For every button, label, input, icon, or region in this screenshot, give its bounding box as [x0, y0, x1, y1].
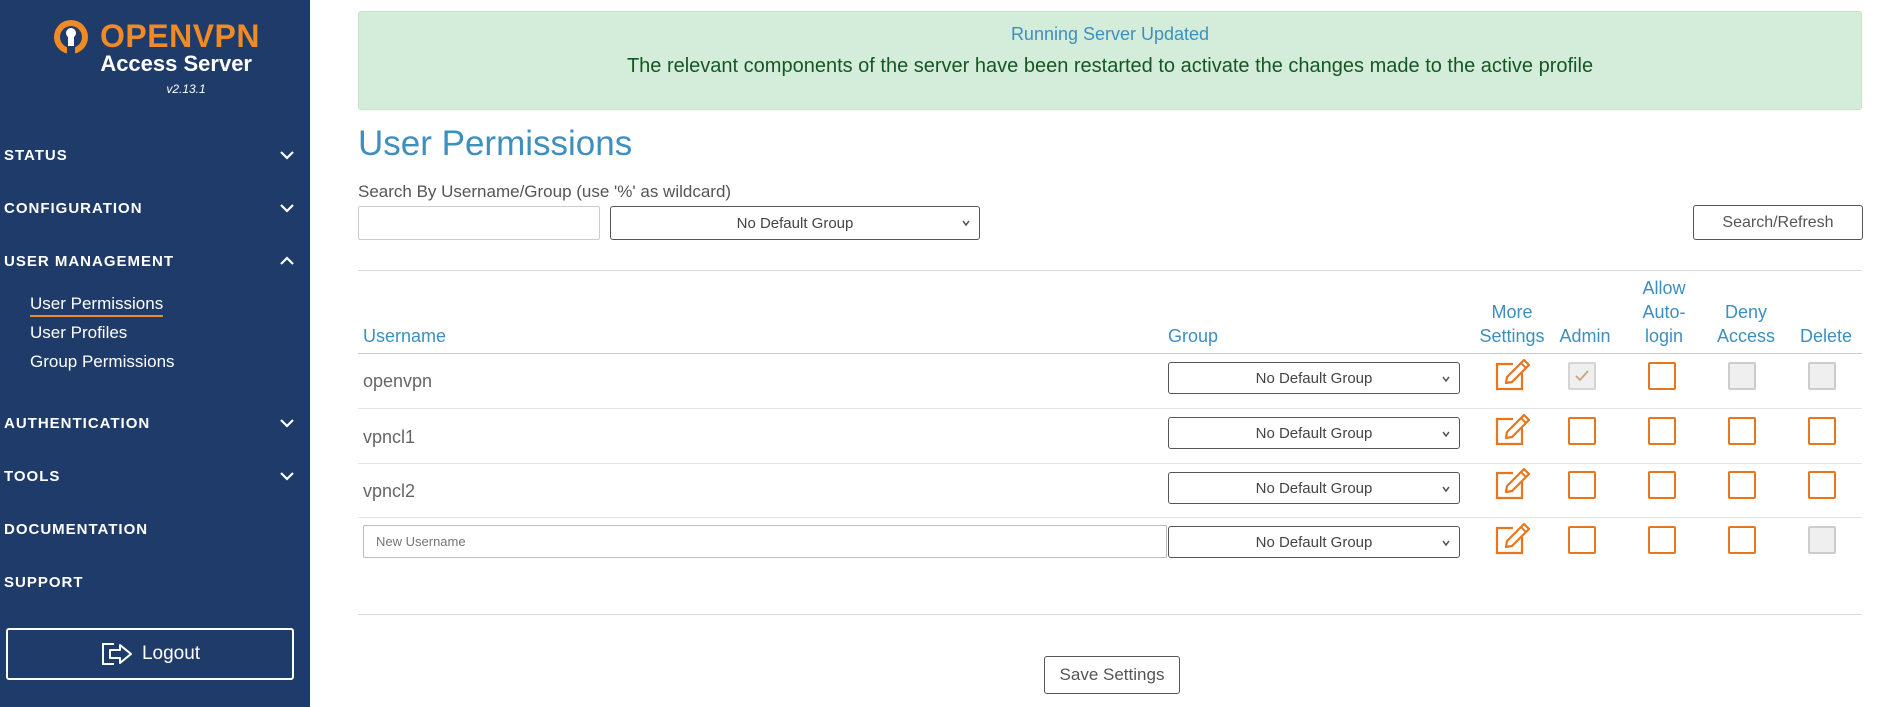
sidebar-item-label: TOOLS: [4, 467, 61, 485]
username-cell: vpncl1: [363, 427, 416, 447]
sidebar-item-label: SUPPORT: [4, 573, 84, 591]
header-group: Group: [1168, 326, 1219, 346]
version-label: v2.13.1: [166, 82, 206, 96]
save-settings-button[interactable]: Save Settings: [1044, 656, 1180, 694]
row-divider: [358, 408, 1862, 409]
deny-access-checkbox: [1728, 362, 1756, 390]
sidebar-item-user-management[interactable]: USER MANAGEMENT: [0, 243, 310, 279]
delete-checkbox: [1808, 526, 1836, 554]
group-select[interactable]: No Default Group: [1168, 362, 1460, 394]
deny-access-checkbox[interactable]: [1728, 526, 1756, 554]
header-more-settings: More Settings: [1479, 302, 1545, 346]
alert-title: Running Server Updated: [1010, 24, 1210, 44]
logout-button[interactable]: Logout: [6, 628, 294, 680]
sidebar-item-support[interactable]: SUPPORT: [0, 564, 310, 600]
sidebar-item-label: CONFIGURATION: [4, 199, 143, 217]
username-cell: openvpn: [363, 371, 433, 391]
header-delete: Delete: [1799, 326, 1853, 346]
new-username-input[interactable]: [363, 525, 1167, 558]
sidebar-item-group-permissions[interactable]: Group Permissions: [30, 351, 175, 373]
auto-login-checkbox[interactable]: [1648, 471, 1676, 499]
divider: [358, 270, 1862, 271]
delete-checkbox[interactable]: [1808, 417, 1836, 445]
logout-label: Logout: [141, 643, 201, 664]
row-divider: [358, 517, 1862, 518]
sidebar-item-status[interactable]: STATUS: [0, 137, 310, 173]
chevron-down-icon: [280, 151, 294, 160]
brand-name: OPENVPN: [100, 18, 260, 54]
edit-icon[interactable]: [1493, 467, 1531, 501]
group-select-value: No Default Group: [1255, 424, 1373, 442]
group-filter-select[interactable]: No Default Group: [610, 206, 980, 240]
openvpn-logo[interactable]: OPENVPN Access Server v2.13.1: [52, 18, 259, 98]
chevron-down-icon: [1442, 376, 1450, 383]
sidebar-item-documentation[interactable]: DOCUMENTATION: [0, 511, 310, 547]
admin-checkbox[interactable]: [1568, 362, 1596, 390]
delete-checkbox: [1808, 362, 1836, 390]
auto-login-checkbox[interactable]: [1648, 526, 1676, 554]
edit-icon[interactable]: [1493, 358, 1531, 392]
check-icon: [1575, 370, 1589, 382]
group-select[interactable]: No Default Group: [1168, 526, 1460, 558]
group-select-value: No Default Group: [1255, 533, 1373, 551]
chevron-down-icon: [1442, 540, 1450, 547]
admin-checkbox[interactable]: [1568, 417, 1596, 445]
auto-login-checkbox[interactable]: [1648, 362, 1676, 390]
group-select[interactable]: No Default Group: [1168, 472, 1460, 504]
group-select-value: No Default Group: [1255, 369, 1373, 387]
edit-icon[interactable]: [1493, 522, 1531, 556]
logout-icon: [101, 643, 132, 665]
chevron-up-icon: [280, 256, 294, 265]
deny-access-checkbox[interactable]: [1728, 471, 1756, 499]
sidebar-item-user-permissions[interactable]: User Permissions: [30, 293, 164, 317]
header-deny-access: Deny Access: [1716, 302, 1776, 346]
keyhole-logo-icon: [54, 20, 88, 56]
group-select-value: No Default Group: [1255, 479, 1373, 497]
header-admin: Admin: [1559, 326, 1611, 346]
sidebar-item-configuration[interactable]: CONFIGURATION: [0, 190, 310, 226]
success-alert: Running Server Updated The relevant comp…: [358, 11, 1862, 110]
main-content: Running Server Updated The relevant comp…: [310, 0, 1892, 707]
row-divider: [358, 463, 1862, 464]
sidebar-item-authentication[interactable]: AUTHENTICATION: [0, 405, 310, 441]
page-title: User Permissions: [358, 124, 633, 163]
sidebar-item-label: USER MANAGEMENT: [4, 252, 175, 270]
edit-icon[interactable]: [1493, 413, 1531, 447]
chevron-down-icon: [280, 204, 294, 213]
product-name: Access Server: [100, 51, 252, 76]
chevron-down-icon: [962, 220, 970, 227]
divider: [358, 614, 1862, 615]
search-label: Search By Username/Group (use '%' as wil…: [358, 182, 732, 201]
chevron-down-icon: [1442, 431, 1450, 438]
header-username: Username: [363, 326, 447, 346]
deny-access-checkbox[interactable]: [1728, 417, 1756, 445]
sidebar-item-label: DOCUMENTATION: [4, 520, 149, 538]
sidebar-item-tools[interactable]: TOOLS: [0, 458, 310, 494]
group-select[interactable]: No Default Group: [1168, 417, 1460, 449]
chevron-down-icon: [280, 419, 294, 428]
chevron-down-icon: [1442, 486, 1450, 493]
admin-checkbox[interactable]: [1568, 526, 1596, 554]
header-divider: [358, 353, 1862, 354]
chevron-down-icon: [280, 472, 294, 481]
sidebar: OPENVPN Access Server v2.13.1 STATUS CON…: [0, 0, 310, 707]
delete-checkbox[interactable]: [1808, 471, 1836, 499]
sidebar-item-label: AUTHENTICATION: [4, 414, 151, 432]
group-filter-value: No Default Group: [736, 214, 854, 232]
search-refresh-button[interactable]: Search/Refresh: [1693, 205, 1863, 240]
header-auto-login: Allow Auto-login: [1642, 278, 1686, 346]
search-input[interactable]: [358, 206, 600, 240]
sidebar-item-user-profiles[interactable]: User Profiles: [30, 322, 127, 344]
sidebar-item-label: STATUS: [4, 146, 68, 164]
admin-checkbox[interactable]: [1568, 471, 1596, 499]
username-cell: vpncl2: [363, 481, 416, 501]
auto-login-checkbox[interactable]: [1648, 417, 1676, 445]
alert-message: The relevant components of the server ha…: [626, 55, 1594, 77]
